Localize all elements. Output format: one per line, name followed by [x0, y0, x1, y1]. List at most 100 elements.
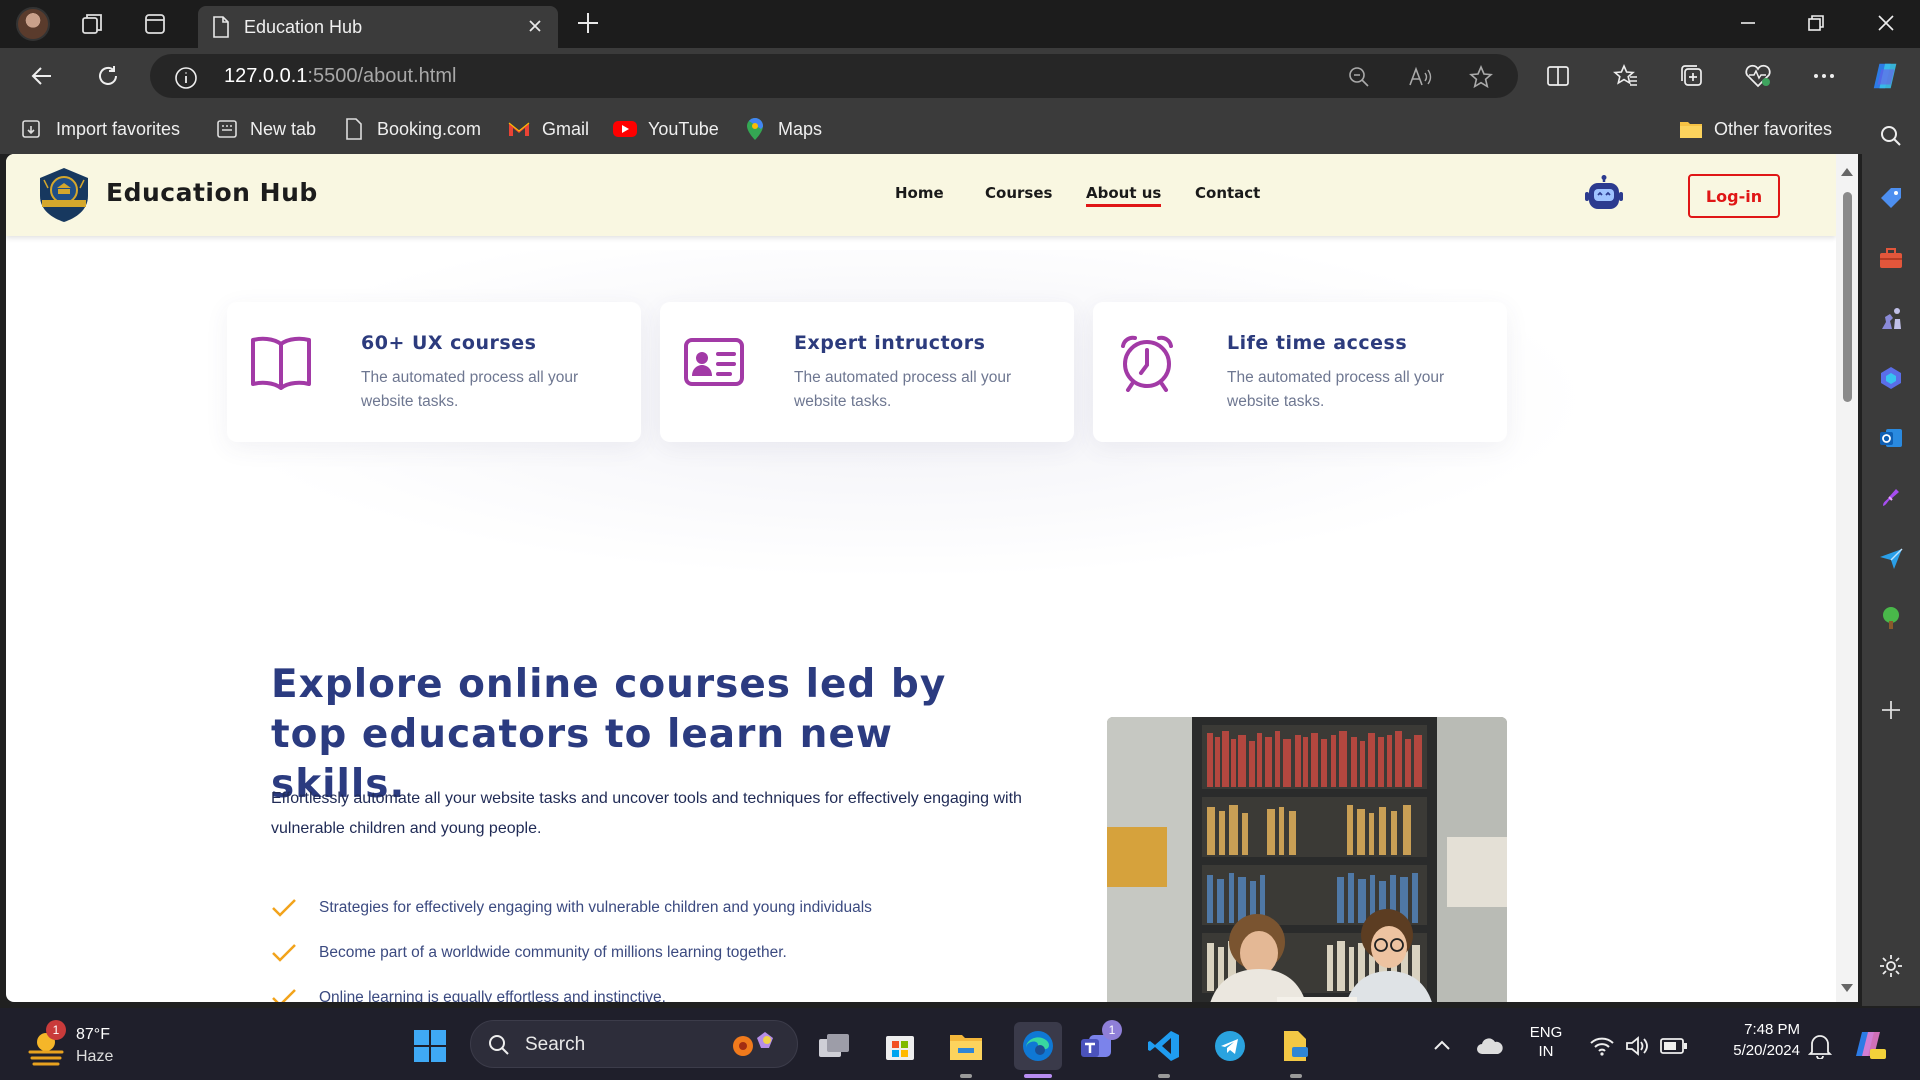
youtube-icon	[612, 118, 638, 140]
show-hidden-icons-chevron-icon[interactable]	[1424, 1028, 1460, 1064]
edge-active-indicator	[1024, 1074, 1052, 1078]
task-view-icon[interactable]	[816, 1028, 852, 1064]
more-options-icon[interactable]	[1808, 60, 1840, 92]
tab-actions-icon[interactable]	[140, 9, 170, 39]
new-tab-icon[interactable]	[574, 9, 602, 41]
feature-card-instructors: Expert intructors The automated process …	[660, 302, 1074, 442]
feature-description: The automated process all your website t…	[361, 369, 579, 410]
scrollbar-thumb[interactable]	[1843, 192, 1852, 402]
close-window-icon[interactable]	[1866, 8, 1906, 38]
restore-icon[interactable]	[1796, 8, 1836, 38]
minimize-icon[interactable]	[1728, 8, 1768, 38]
nav-about-us[interactable]: About us	[1086, 184, 1162, 207]
site-info-icon[interactable]	[174, 66, 198, 90]
library-photo	[1107, 717, 1507, 1002]
other-favorites-folder[interactable]: Other favorites	[1678, 116, 1832, 142]
add-sidebar-app-icon[interactable]	[1877, 696, 1905, 724]
feature-card-courses: 60+ UX courses The automated process all…	[227, 302, 641, 442]
bookmark-booking[interactable]: Booking.com	[341, 116, 481, 142]
search-icon[interactable]	[1877, 122, 1905, 150]
bookmark-gmail[interactable]: Gmail	[506, 116, 589, 142]
favorites-icon[interactable]	[1610, 60, 1642, 92]
new-tab-page-icon	[214, 118, 240, 140]
taskbar-search[interactable]: Search	[470, 1020, 798, 1068]
explorer-running-indicator	[960, 1074, 972, 1078]
weather-condition: Haze	[76, 1048, 114, 1065]
page-viewport: Education Hub Home Courses About us Cont…	[6, 154, 1836, 1002]
bookmark-youtube[interactable]: YouTube	[612, 116, 719, 142]
feature-description: The automated process all your website t…	[1227, 369, 1445, 410]
close-tab-icon[interactable]	[526, 17, 544, 35]
profile-avatar[interactable]	[16, 7, 50, 41]
designer-icon[interactable]	[1877, 484, 1905, 512]
copilot-365-icon[interactable]	[1877, 364, 1905, 392]
active-tab[interactable]: Education Hub	[198, 6, 558, 48]
scroll-up-arrow-icon[interactable]	[1841, 168, 1853, 176]
address-toolbar: 127.0.0.1:5500/about.html	[0, 48, 1920, 104]
hero-paragraph: Effortlessly automate all your website t…	[271, 790, 1022, 837]
bookmark-import-favorites[interactable]: Import favorites	[20, 116, 180, 142]
chatbot-icon[interactable]	[1584, 174, 1624, 214]
favorite-star-icon[interactable]	[1468, 64, 1494, 90]
outlook-icon[interactable]	[1877, 424, 1905, 452]
drop-tree-icon[interactable]	[1877, 604, 1905, 632]
onedrive-cloud-icon[interactable]	[1472, 1028, 1508, 1064]
vscode-running-indicator	[1158, 1074, 1170, 1078]
nav-contact[interactable]: Contact	[1195, 184, 1260, 202]
back-icon[interactable]	[26, 60, 58, 92]
edge-sidebar	[1862, 104, 1920, 1006]
zoom-out-icon[interactable]	[1346, 64, 1372, 90]
education-hub-logo[interactable]	[36, 166, 92, 224]
microsoft-store-icon[interactable]	[882, 1028, 918, 1064]
checklist-item: Online learning is equally effortless an…	[271, 985, 666, 1002]
refresh-icon[interactable]	[92, 60, 124, 92]
wifi-icon[interactable]	[1584, 1028, 1620, 1064]
sidebar-settings-icon[interactable]	[1877, 952, 1905, 980]
tab-title: Education Hub	[244, 16, 363, 37]
notification-bell-icon[interactable]	[1802, 1028, 1838, 1064]
scroll-down-arrow-icon[interactable]	[1841, 984, 1853, 992]
vscode-icon[interactable]	[1146, 1028, 1182, 1064]
copilot-icon[interactable]	[1870, 60, 1902, 92]
file-manager-icon[interactable]	[1278, 1028, 1314, 1064]
browser-essentials-icon[interactable]	[1742, 60, 1774, 92]
favorites-bar: Import favorites New tab Booking.com Gma…	[0, 104, 1920, 154]
bookmark-maps[interactable]: Maps	[742, 116, 822, 142]
telegram-icon[interactable]	[1212, 1028, 1248, 1064]
shopping-tag-icon[interactable]	[1877, 184, 1905, 212]
start-button-icon[interactable]	[412, 1028, 448, 1064]
address-bar[interactable]: 127.0.0.1:5500/about.html	[150, 54, 1518, 98]
feature-title: Life time access	[1227, 332, 1408, 354]
document-icon	[341, 118, 367, 140]
games-chess-icon[interactable]	[1877, 304, 1905, 332]
clock[interactable]: 7:48 PM 5/20/2024	[1700, 1021, 1800, 1059]
feature-card-access: Life time access The automated process a…	[1093, 302, 1507, 442]
workspaces-icon[interactable]	[78, 9, 108, 39]
site-brand[interactable]: Education Hub	[106, 178, 318, 207]
maps-pin-icon	[742, 118, 768, 140]
search-highlight-flower-icon	[733, 1032, 773, 1056]
import-icon	[20, 118, 46, 140]
checklist-item: Become part of a worldwide community of …	[271, 940, 787, 966]
file-explorer-icon[interactable]	[948, 1028, 984, 1064]
edge-taskbar-icon[interactable]	[1014, 1022, 1062, 1070]
battery-icon[interactable]	[1656, 1028, 1692, 1064]
checkmark-icon	[272, 989, 296, 1002]
language-indicator[interactable]: ENG IN	[1522, 1024, 1570, 1060]
login-button[interactable]: Log-in	[1688, 174, 1780, 218]
collections-icon[interactable]	[1676, 60, 1708, 92]
weather-widget[interactable]: 1 87°F Haze	[24, 1020, 164, 1068]
read-aloud-icon[interactable]	[1408, 64, 1434, 90]
nav-courses[interactable]: Courses	[985, 184, 1052, 202]
gmail-icon	[506, 118, 532, 140]
nav-home[interactable]: Home	[895, 184, 944, 202]
tools-briefcase-icon[interactable]	[1877, 244, 1905, 272]
bookmark-new-tab[interactable]: New tab	[214, 116, 316, 142]
page-scrollbar[interactable]	[1836, 154, 1858, 1002]
split-screen-icon[interactable]	[1542, 60, 1574, 92]
url-text[interactable]: 127.0.0.1:5500/about.html	[224, 65, 456, 88]
volume-icon[interactable]	[1620, 1028, 1656, 1064]
weather-badge: 1	[46, 1020, 66, 1040]
send-plane-icon[interactable]	[1877, 544, 1905, 572]
copilot-pre-icon[interactable]	[1852, 1028, 1888, 1064]
